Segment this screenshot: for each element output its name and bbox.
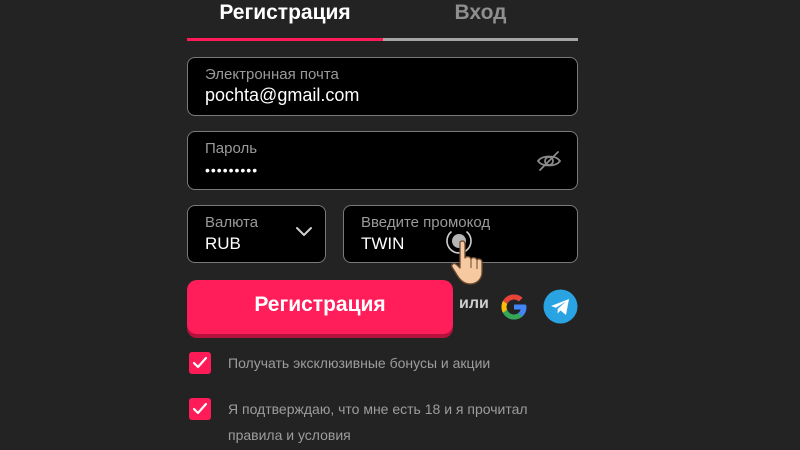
auth-tabs: Регистрация Вход	[187, 0, 578, 41]
currency-select[interactable]: Валюта RUB	[187, 205, 326, 263]
currency-value: RUB	[205, 234, 241, 253]
age-terms-checkbox[interactable]	[189, 398, 211, 420]
password-label: Пароль	[205, 140, 258, 157]
password-field[interactable]: Пароль •••••••••	[187, 131, 578, 190]
check-icon	[193, 357, 207, 369]
age-terms-label: Я подтверждаю, что мне есть 18 и я прочи…	[228, 401, 528, 443]
email-field[interactable]: Электронная почта pochta@gmail.com	[187, 57, 578, 116]
currency-label: Валюта	[205, 214, 259, 231]
check-icon	[193, 403, 207, 415]
bonus-consent-label: Получать эксклюзивные бонусы и акции	[228, 355, 491, 371]
google-icon[interactable]	[496, 289, 532, 325]
chevron-down-icon[interactable]	[295, 226, 313, 238]
tab-register[interactable]: Регистрация	[187, 0, 383, 32]
registration-form: Регистрация Вход Электронная почта pocht…	[0, 0, 800, 450]
register-button[interactable]: Регистрация	[187, 280, 453, 334]
email-label: Электронная почта	[205, 66, 339, 83]
or-separator: или	[459, 295, 489, 312]
telegram-icon[interactable]	[543, 289, 578, 324]
email-input[interactable]: pochta@gmail.com	[205, 85, 359, 106]
pointer-hand-icon	[451, 240, 483, 285]
bonus-consent-checkbox[interactable]	[189, 352, 211, 374]
promo-input[interactable]: TWIN	[361, 234, 404, 254]
eye-off-icon[interactable]	[535, 147, 563, 175]
password-input[interactable]: •••••••••	[205, 162, 258, 178]
active-tab-indicator	[187, 38, 383, 41]
tab-login[interactable]: Вход	[383, 0, 578, 32]
